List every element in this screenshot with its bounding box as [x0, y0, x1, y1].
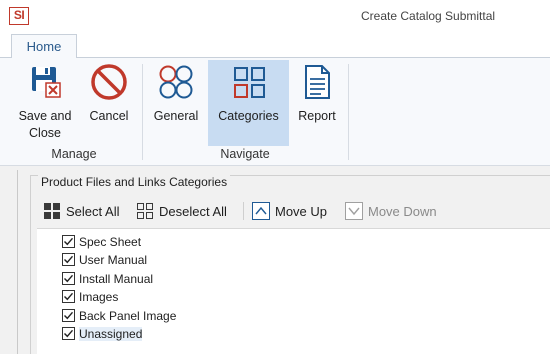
checkmark-icon — [64, 255, 74, 264]
save-and-close-label: Save and Close — [18, 109, 72, 140]
report-button[interactable]: Report — [292, 60, 342, 146]
general-button[interactable]: General — [148, 60, 204, 146]
checkmark-icon — [64, 292, 74, 301]
list-item-label: Unassigned — [79, 326, 143, 341]
categories-label: Categories — [218, 109, 279, 123]
window-title: Create Catalog Submittal — [361, 9, 496, 23]
group-label-navigate: Navigate — [220, 147, 270, 161]
select-all-button[interactable]: Select All — [43, 201, 119, 221]
checkmark-icon — [64, 329, 74, 338]
panel-divider — [17, 170, 18, 354]
categories-list[interactable]: Spec Sheet User Manual Install Manual Im… — [37, 228, 550, 354]
ribbon-tabstrip: Home — [0, 34, 550, 59]
save-and-close-button[interactable]: Save and Close — [11, 60, 79, 146]
toolbar-separator — [243, 202, 244, 220]
select-all-label: Select All — [66, 203, 120, 219]
list-item[interactable]: Install Manual — [62, 270, 153, 287]
move-down-icon — [345, 202, 363, 220]
categories-button[interactable]: Categories — [208, 60, 289, 146]
deselect-all-button[interactable]: Deselect All — [136, 201, 227, 221]
move-down-label: Move Down — [368, 203, 437, 219]
cancel-icon — [91, 64, 127, 100]
list-item[interactable]: Spec Sheet — [62, 233, 141, 250]
save-close-icon — [32, 67, 61, 98]
group-label-manage: Manage — [51, 147, 97, 161]
ribbon-separator — [142, 64, 143, 160]
checkmark-icon — [64, 311, 74, 320]
report-label: Report — [298, 109, 336, 123]
deselect-all-icon — [137, 203, 153, 219]
checkbox[interactable] — [62, 253, 75, 266]
report-icon — [305, 65, 330, 99]
checkbox[interactable] — [62, 235, 75, 248]
title-bar: SI Create Catalog Submittal — [0, 0, 550, 34]
tab-home[interactable]: Home — [11, 34, 77, 59]
checkbox[interactable] — [62, 272, 75, 285]
cancel-label: Cancel — [89, 109, 129, 123]
list-item-label: Spec Sheet — [79, 234, 142, 249]
ribbon-separator-end — [348, 64, 349, 160]
categories-icon — [233, 67, 265, 98]
checkbox[interactable] — [62, 290, 75, 303]
list-item[interactable]: Images — [62, 288, 118, 305]
ribbon: Save and Close Cancel Manage General Cat… — [0, 58, 550, 166]
groupbox-title: Product Files and Links Categories — [38, 175, 231, 189]
select-all-icon — [44, 203, 60, 219]
checkbox[interactable] — [62, 309, 75, 322]
list-item[interactable]: User Manual — [62, 251, 147, 268]
content-area: Product Files and Links Categories Selec… — [0, 166, 550, 354]
general-label: General — [153, 109, 199, 123]
move-up-button[interactable]: Move Up — [252, 201, 327, 221]
checkmark-icon — [64, 237, 74, 246]
deselect-all-label: Deselect All — [159, 203, 227, 219]
move-down-button[interactable]: Move Down — [345, 201, 437, 221]
move-up-icon — [252, 202, 270, 220]
list-item[interactable]: Unassigned — [62, 325, 143, 342]
move-up-label: Move Up — [275, 203, 328, 219]
app-logo: SI — [9, 7, 29, 25]
list-item[interactable]: Back Panel Image — [62, 307, 176, 324]
checkmark-icon — [64, 274, 74, 283]
general-icon — [159, 65, 193, 99]
checkbox[interactable] — [62, 327, 75, 340]
cancel-button[interactable]: Cancel — [83, 60, 135, 146]
list-item-label: User Manual — [79, 252, 148, 267]
list-item-label: Back Panel Image — [79, 308, 177, 323]
list-item-label: Images — [79, 289, 119, 304]
list-item-label: Install Manual — [79, 271, 154, 286]
